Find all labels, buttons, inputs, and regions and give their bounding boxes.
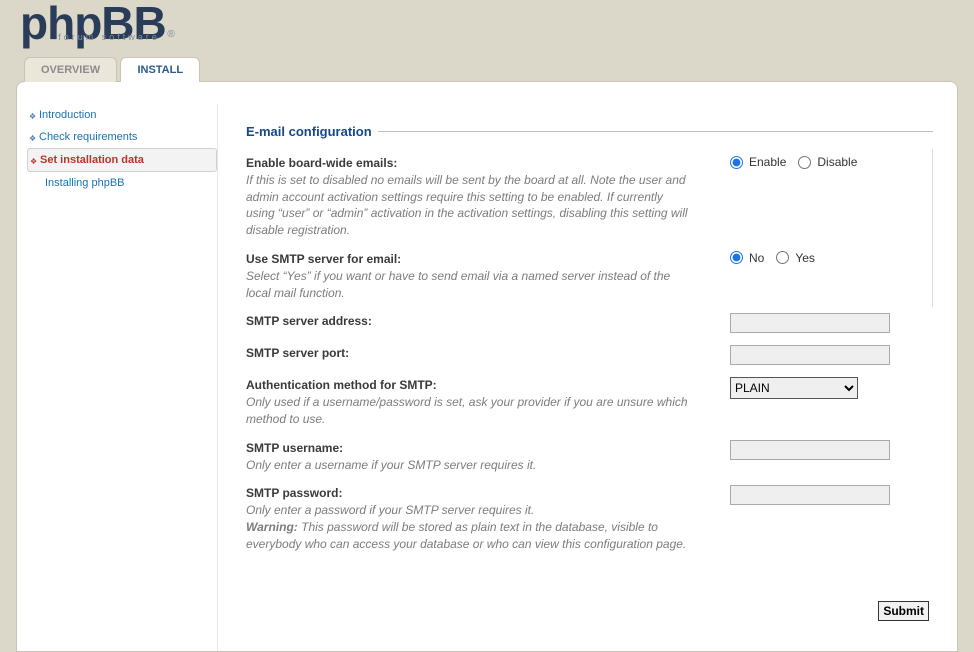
tab-install[interactable]: INSTALL — [120, 57, 200, 82]
sidebar-item-set-installation-data[interactable]: ❖ Set installation data — [27, 148, 217, 172]
field-desc: Only used if a username/password is set,… — [246, 395, 688, 426]
sidebar-item-check-requirements[interactable]: ❖ Check requirements — [27, 126, 217, 148]
field-desc: Only enter a username if your SMTP serve… — [246, 458, 536, 472]
radio-label: Disable — [817, 155, 857, 169]
logo-tagline: forum software — [58, 33, 160, 42]
content: E-mail configuration Enable board-wide e… — [217, 104, 957, 651]
field-title: Enable board-wide emails: — [246, 155, 692, 172]
field-title: SMTP password: — [246, 485, 692, 502]
field-smtp-port: SMTP server port: — [246, 339, 933, 371]
bullet-icon: ❖ — [30, 154, 37, 170]
field-title: SMTP username: — [246, 440, 692, 457]
field-title: Use SMTP server for email: — [246, 251, 692, 268]
email-configuration-panel: E-mail configuration Enable board-wide e… — [246, 124, 933, 575]
field-desc: Only enter a password if your SMTP serve… — [246, 503, 534, 517]
field-enable-emails: Enable board-wide emails: If this is set… — [246, 149, 933, 245]
radio-label: Enable — [749, 155, 786, 169]
sidebar-item-installing-phpbb[interactable]: Installing phpBB — [27, 172, 217, 194]
sidebar-link[interactable]: Introduction — [39, 109, 96, 121]
bullet-icon: ❖ — [29, 131, 36, 147]
phpbb-logo: phpBB forum software ® — [20, 0, 166, 46]
section-title: E-mail configuration — [246, 124, 378, 139]
enable-emails-disable-radio[interactable] — [798, 156, 811, 169]
field-title: SMTP server address: — [246, 313, 692, 330]
main-panel: ❖ Introduction ❖ Check requirements ❖ Se… — [16, 81, 958, 652]
smtp-pass-input[interactable] — [730, 485, 890, 505]
sidebar-link[interactable]: Installing phpBB — [45, 177, 125, 189]
field-warning-label: Warning: — [246, 520, 298, 534]
field-auth-method: Authentication method for SMTP: Only use… — [246, 371, 933, 433]
tabs: OVERVIEW INSTALL — [0, 56, 974, 81]
field-smtp-pass: SMTP password: Only enter a password if … — [246, 479, 933, 558]
radio-label: No — [749, 251, 764, 265]
bullet-icon: ❖ — [29, 109, 36, 125]
field-title: Authentication method for SMTP: — [246, 377, 692, 394]
sidebar-link[interactable]: Set installation data — [40, 154, 144, 166]
field-use-smtp: Use SMTP server for email: Select “Yes” … — [246, 245, 933, 307]
field-desc: If this is set to disabled no emails wil… — [246, 173, 688, 237]
smtp-user-input[interactable] — [730, 440, 890, 460]
field-warning-text: This password will be stored as plain te… — [246, 520, 686, 551]
enable-emails-enable-radio[interactable] — [730, 156, 743, 169]
smtp-port-input[interactable] — [730, 345, 890, 365]
sidebar-item-introduction[interactable]: ❖ Introduction — [27, 104, 217, 126]
sidebar: ❖ Introduction ❖ Check requirements ❖ Se… — [17, 104, 217, 651]
submit-button[interactable] — [878, 601, 929, 621]
auth-method-select[interactable]: PLAIN — [730, 377, 858, 399]
use-smtp-no-radio[interactable] — [730, 251, 743, 264]
submit-row — [246, 595, 933, 631]
field-smtp-user: SMTP username: Only enter a username if … — [246, 434, 933, 480]
field-title: SMTP server port: — [246, 345, 692, 362]
field-smtp-address: SMTP server address: — [246, 307, 933, 339]
smtp-address-input[interactable] — [730, 313, 890, 333]
tab-overview[interactable]: OVERVIEW — [24, 57, 117, 82]
registered-mark-icon: ® — [167, 30, 173, 40]
field-desc: Select “Yes” if you want or have to send… — [246, 269, 670, 300]
use-smtp-yes-radio[interactable] — [776, 251, 789, 264]
radio-label: Yes — [795, 251, 815, 265]
logo-area: phpBB forum software ® — [0, 0, 974, 56]
sidebar-link[interactable]: Check requirements — [39, 131, 137, 143]
